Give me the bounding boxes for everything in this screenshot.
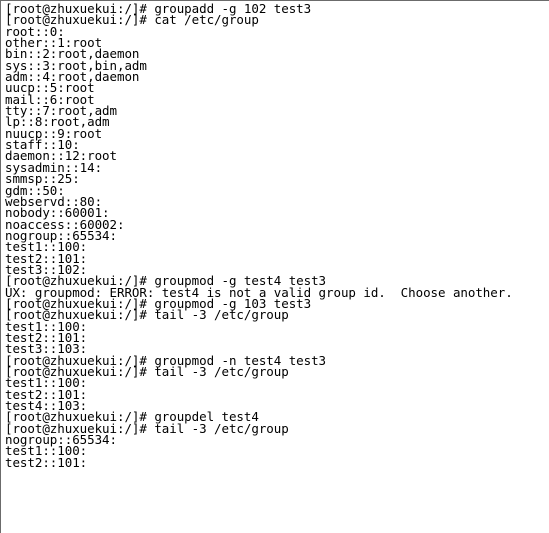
terminal-line: test2::101: [5,454,88,470]
terminal-output-area[interactable]: [root@zhuxuekui:/]# groupadd -g 102 test… [1,1,549,533]
terminal-window[interactable]: [root@zhuxuekui:/]# groupadd -g 102 test… [0,0,549,533]
terminal-line: sysadmin::14: [5,159,103,175]
terminal-line: nuucp::9:root [5,125,103,141]
terminal-line: [root@zhuxuekui:/]# cat /etc/group [5,12,259,28]
terminal-line: smmsp::25: [5,171,80,187]
